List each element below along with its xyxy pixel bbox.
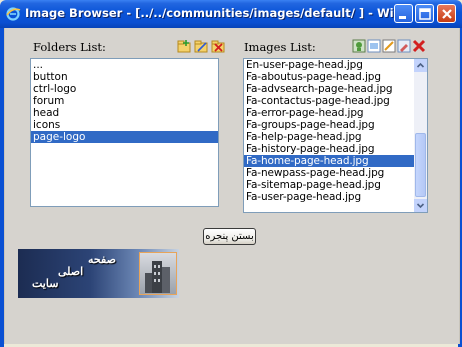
maximize-button[interactable] (415, 4, 434, 23)
image-list-item[interactable]: Fa-aboutus-page-head.jpg (244, 71, 415, 83)
folder-list-item[interactable]: page-logo (31, 131, 218, 143)
preview-text-line2: اصلی (58, 265, 84, 278)
images-scrollbar[interactable] (414, 59, 427, 212)
minimize-icon (399, 16, 406, 19)
scroll-down-icon[interactable] (414, 199, 427, 212)
image-list-item[interactable]: Fa-user-page-head.jpg (244, 191, 415, 203)
folder-list-item[interactable]: button (31, 71, 218, 83)
close-icon (442, 9, 452, 19)
folder-list-item[interactable]: ctrl-logo (31, 83, 218, 95)
preview-text-line1: صفحه (88, 253, 116, 266)
image-list-item[interactable]: Fa-home-page-head.jpg (244, 155, 415, 167)
folders-list-label: Folders List: (33, 40, 106, 54)
delete-image-icon[interactable] (412, 39, 426, 53)
folder-list-item[interactable]: ... (31, 59, 218, 71)
folder-list-item[interactable]: icons (31, 119, 218, 131)
images-list-label: Images List: (244, 40, 316, 54)
preview-image: صفحه اصلی سایت (18, 249, 179, 298)
maximize-icon (419, 8, 431, 20)
folder-list-item[interactable]: forum (31, 95, 218, 107)
folders-listbox[interactable]: ... button ctrl-logo forum head icons page-log… (30, 58, 219, 207)
scrollbar-thumb[interactable] (415, 133, 426, 197)
title-bar[interactable]: Image Browser - [../../communities/image… (0, 0, 462, 28)
internet-explorer-icon (6, 7, 21, 21)
new-folder-icon[interactable] (177, 39, 191, 53)
image-list-item[interactable]: Fa-advsearch-page-head.jpg (244, 83, 415, 95)
image-browser-window: Image Browser - [../../communities/image… (0, 0, 462, 347)
minimize-button[interactable] (394, 4, 413, 23)
edit-image-icon[interactable] (397, 39, 411, 53)
window-title: Image Browser - [../../communities/image… (25, 6, 395, 20)
close-window-button[interactable]: بستن پنجره (203, 228, 256, 245)
delete-folder-icon[interactable] (211, 39, 225, 53)
image-list-item[interactable]: En-user-page-head.jpg (244, 59, 415, 71)
scroll-up-icon[interactable] (414, 59, 427, 72)
image-list-item[interactable]: Fa-error-page-head.jpg (244, 107, 415, 119)
folder-list-item[interactable]: head (31, 107, 218, 119)
close-button[interactable] (437, 4, 456, 23)
image-list-item[interactable]: Fa-groups-page-head.jpg (244, 119, 415, 131)
image-list-item[interactable]: Fa-newpass-page-head.jpg (244, 167, 415, 179)
preview-building-photo (139, 252, 177, 295)
building-icon (145, 261, 170, 293)
image-list-item[interactable]: Fa-help-page-head.jpg (244, 131, 415, 143)
image-list-item[interactable]: Fa-history-page-head.jpg (244, 143, 415, 155)
image-list-item[interactable]: Fa-contactus-page-head.jpg (244, 95, 415, 107)
rename-image-icon[interactable] (382, 39, 396, 53)
upload-image-icon[interactable] (352, 39, 366, 53)
rename-folder-icon[interactable] (194, 39, 208, 53)
view-image-icon[interactable] (367, 39, 381, 53)
preview-text-line3: سایت (32, 277, 59, 290)
images-listbox[interactable]: En-user-page-head.jpg Fa-aboutus-page-hea… (243, 58, 428, 213)
image-list-item[interactable]: Fa-sitemap-page-head.jpg (244, 179, 415, 191)
